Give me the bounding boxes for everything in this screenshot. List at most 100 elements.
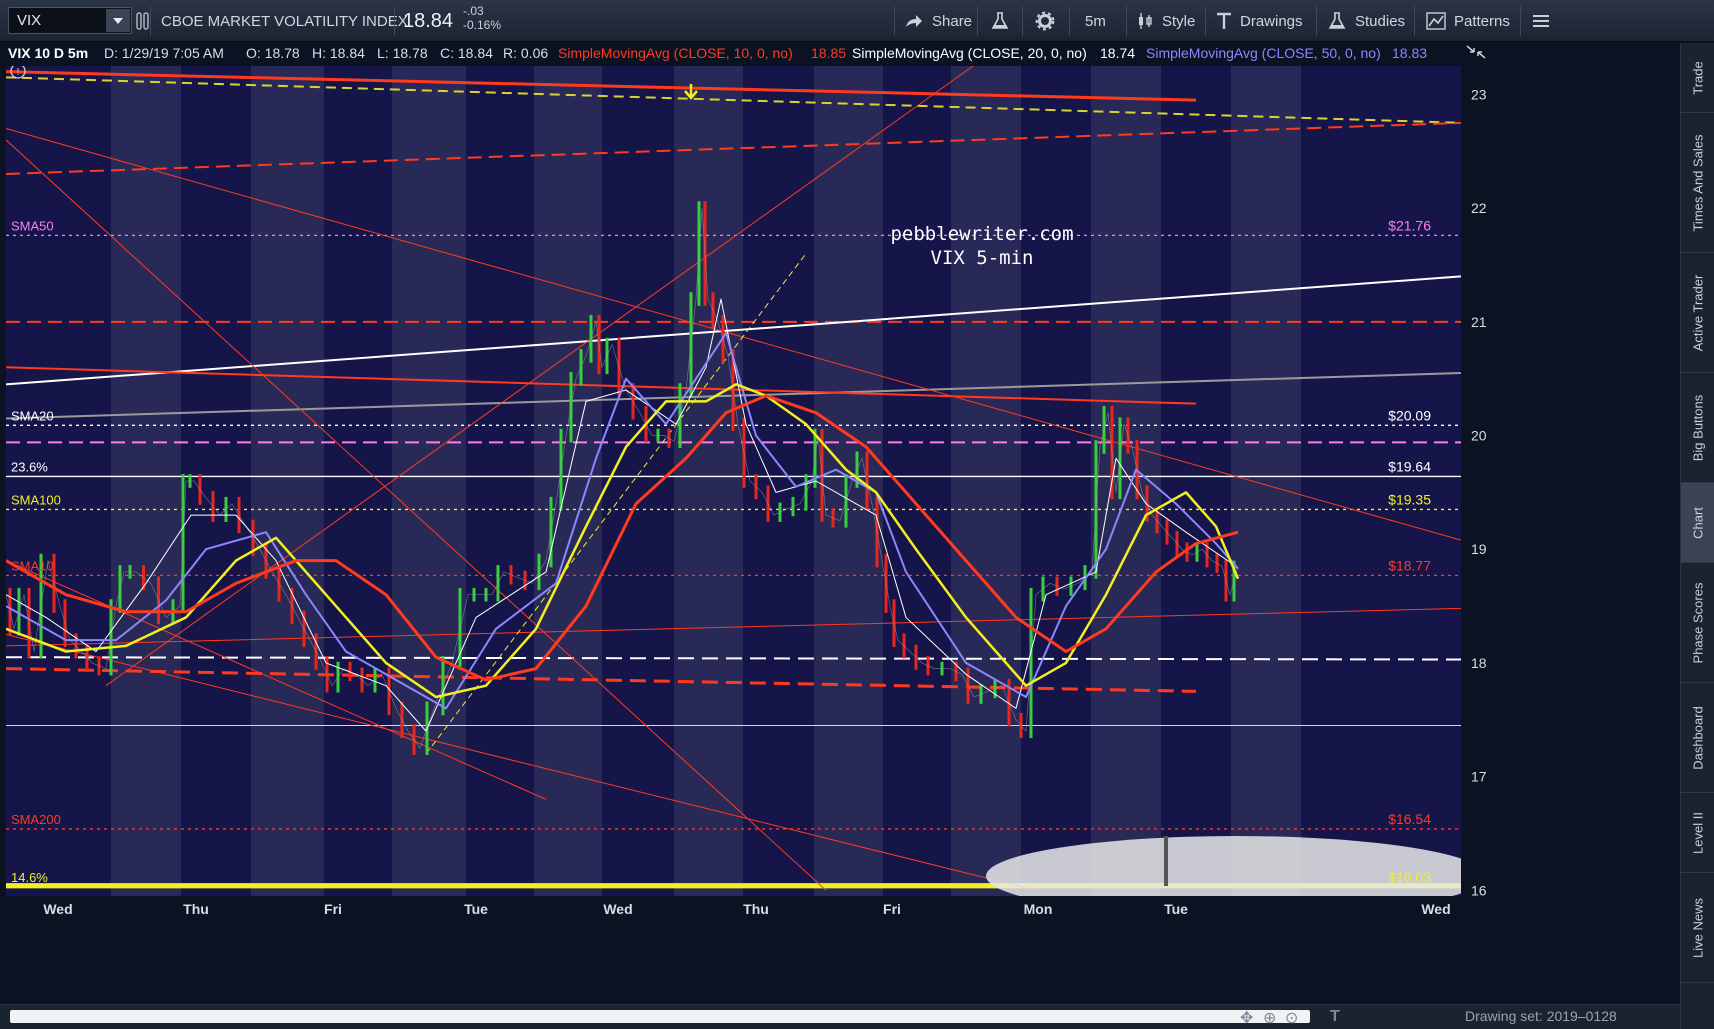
patterns-label: Patterns (1454, 12, 1510, 30)
patterns-button[interactable]: Patterns (1426, 0, 1510, 42)
pan-icon[interactable]: ✥ (1240, 1008, 1253, 1028)
tab-times-and-sales[interactable]: Times And Sales (1681, 113, 1714, 253)
x-axis-background (6, 896, 1461, 934)
legend-sma50[interactable]: SimpleMovingAvg (CLOSE, 50, 0, no) (1146, 45, 1381, 61)
menu-button[interactable] (1532, 0, 1550, 42)
level-value-label: $16.54 (1388, 811, 1431, 827)
price-chart[interactable]: SMA50 $21.76 SMA20 $20.09 23.6% $19.64 SMA100 $… (6, 66, 1680, 1003)
legend-sma20-value: 18.74 (1100, 45, 1136, 61)
session-band (951, 66, 1021, 896)
x-tick-label: Fri (883, 901, 901, 917)
tab-phase-scores[interactable]: Phase Scores (1681, 563, 1714, 683)
svg-text:!: ! (17, 67, 20, 78)
tab-chart[interactable]: Chart (1681, 483, 1714, 563)
session-band (111, 66, 181, 896)
y-tick-label: 19 (1471, 541, 1487, 557)
level-label: SMA20 (11, 408, 54, 423)
time-scrollbar[interactable] (10, 1010, 1310, 1023)
tab-active-trader[interactable]: Active Trader (1681, 253, 1714, 373)
toolbar-divider (1126, 6, 1127, 36)
session-band (1231, 66, 1301, 896)
x-tick-label: Thu (743, 901, 769, 917)
tab-chart-label: Chart (1690, 506, 1705, 539)
symbol-dropdown-button[interactable] (106, 9, 130, 32)
share-button[interactable]: Share (904, 0, 972, 42)
session-band (251, 66, 324, 896)
legend-open: O: 18.78 (246, 45, 300, 61)
flask-button[interactable] (990, 0, 1010, 42)
zoom-icon[interactable]: ⊙ (1285, 1008, 1298, 1028)
toolbar-divider (977, 6, 978, 36)
tab-active-trader-label: Active Trader (1690, 274, 1705, 351)
flask-icon (991, 12, 1009, 29)
legend-title: VIX 10 D 5m (8, 45, 89, 61)
tab-level-ii-label: Level II (1690, 811, 1705, 854)
watermark-line-2: VIX 5-min (931, 247, 1034, 269)
toolbar-divider (1520, 6, 1521, 36)
tab-dashboard-label: Dashboard (1690, 705, 1705, 770)
style-button[interactable]: Style (1136, 0, 1195, 42)
interval-button[interactable]: 5m (1085, 0, 1106, 42)
x-axis[interactable]: Wed Thu Fri Tue Wed Thu Fri Mon Tue Wed (6, 896, 1461, 934)
symbol-input[interactable]: VIX (8, 7, 132, 34)
drawings-button[interactable]: Drawings (1216, 0, 1303, 42)
toolbar-divider (1205, 6, 1206, 36)
candlestick-icon (1139, 13, 1152, 29)
tab-trade-label: Trade (1690, 60, 1705, 95)
tab-dashboard[interactable]: Dashboard (1681, 683, 1714, 793)
legend-range: R: 0.06 (503, 45, 549, 61)
toolbar-divider (394, 6, 395, 36)
session-band (674, 66, 743, 896)
price-change: -.03 -0.16% (463, 4, 501, 32)
legend-sma20[interactable]: SimpleMovingAvg (CLOSE, 20, 0, no) (852, 45, 1087, 61)
share-icon (906, 15, 922, 27)
bottom-bar: ✥ ⊕ ⊙ T Drawing set: 2019–0128 (0, 1004, 1680, 1029)
y-tick-label: 21 (1471, 314, 1487, 330)
link-icon[interactable] (136, 0, 150, 42)
patterns-icon (1426, 12, 1446, 30)
collapse-arrows-icon[interactable] (1466, 45, 1486, 62)
y-axis[interactable]: 23 22 21 20 19 18 17 16 (1461, 66, 1680, 934)
level-label: SMA200 (11, 812, 61, 827)
toolbar-divider (150, 6, 151, 36)
y-tick-label: 18 (1471, 655, 1487, 671)
toolbar-divider (1414, 6, 1415, 36)
text-tool-icon[interactable]: T (1330, 1008, 1340, 1026)
tab-big-buttons[interactable]: Big Buttons (1681, 373, 1714, 483)
level-label: 23.6% (11, 459, 48, 474)
legend-date: D: 1/29/19 7:05 AM (104, 45, 224, 61)
level-value-label: $19.64 (1388, 458, 1431, 474)
legend-high: H: 18.84 (312, 45, 365, 61)
instrument-name: CBOE MARKET VOLATILITY INDEX (161, 12, 408, 30)
crosshair-icon[interactable]: ⊕ (1263, 1008, 1276, 1028)
toolbar-divider (894, 6, 895, 36)
x-tick-label: Wed (603, 901, 632, 917)
percent-change: -0.16% (463, 18, 502, 32)
toolbar-divider (1022, 6, 1023, 36)
tab-trade[interactable]: Trade (1681, 43, 1714, 113)
legend-sma10[interactable]: SimpleMovingAvg (CLOSE, 10, 0, no) (558, 45, 793, 61)
level-label: SMA100 (11, 492, 61, 507)
tab-phase-scores-label: Phase Scores (1690, 582, 1705, 663)
tab-level-ii[interactable]: Level II (1681, 793, 1714, 873)
x-tick-label: Tue (464, 901, 488, 917)
y-tick-label: 20 (1471, 428, 1487, 444)
toolbar-divider (1316, 6, 1317, 36)
y-tick-label: 16 (1471, 882, 1487, 898)
tab-live-news[interactable]: Live News (1681, 873, 1714, 983)
legend-close: C: 18.84 (440, 45, 493, 61)
legend-sma10-value: 18.85 (811, 45, 847, 61)
drawings-label: Drawings (1240, 12, 1303, 30)
y-tick-label: 23 (1471, 86, 1487, 102)
style-label: Style (1162, 12, 1196, 30)
session-band (534, 66, 602, 896)
study-legend: VIX 10 D 5m D: 1/29/19 7:05 AM O: 18.78 … (0, 43, 1600, 65)
level-label: SMA10 (11, 558, 54, 573)
studies-button[interactable]: Studies (1327, 0, 1405, 42)
hamburger-icon (1533, 15, 1549, 27)
level-value-label: $18.77 (1388, 557, 1431, 573)
level-value-label: $16.03 (1388, 869, 1431, 885)
legend-low: L: 18.78 (377, 45, 428, 61)
settings-button[interactable] (1035, 0, 1055, 42)
last-price: 18.84 (403, 9, 454, 32)
